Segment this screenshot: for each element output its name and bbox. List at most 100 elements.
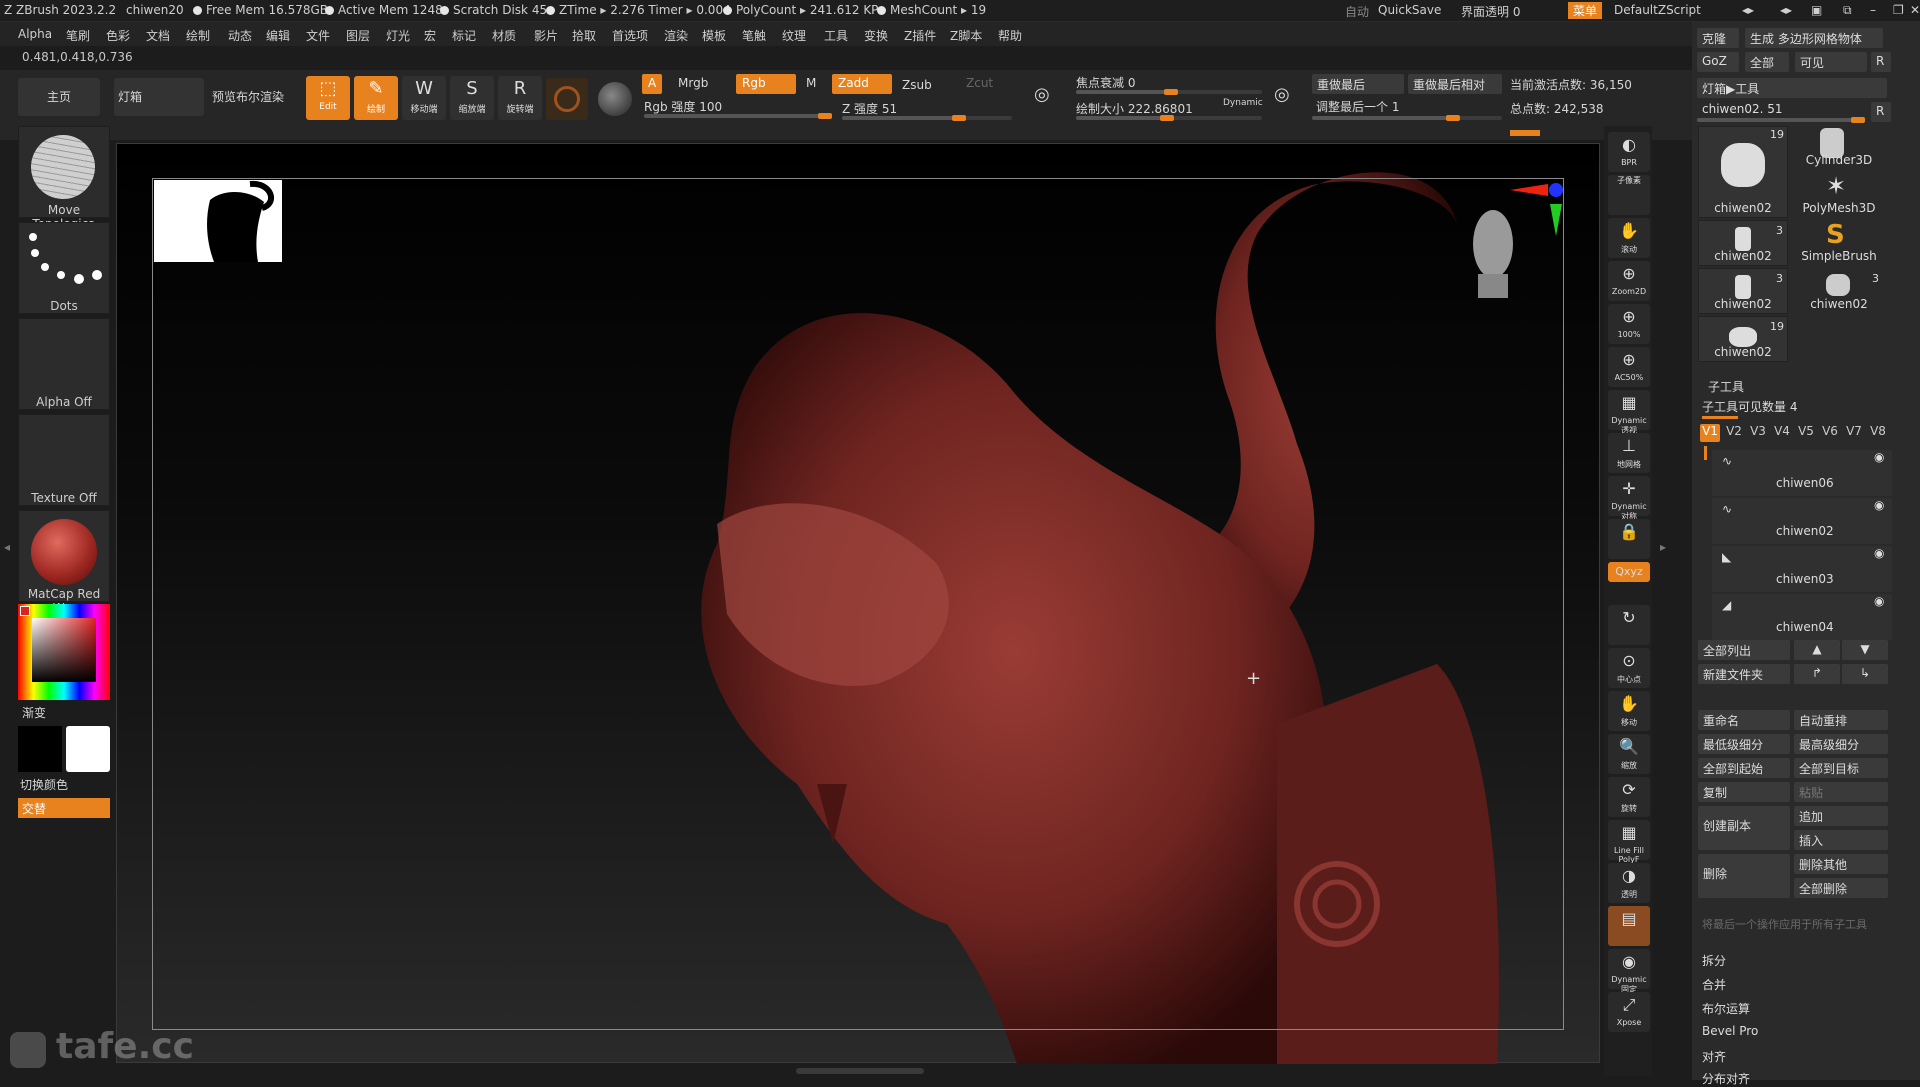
dynamic-toggle[interactable]: Dynamic bbox=[1223, 98, 1263, 108]
new-folder-button[interactable]: 新建文件夹 bbox=[1698, 664, 1790, 684]
ui-opacity-slider[interactable]: 界面透明 0 bbox=[1461, 3, 1520, 20]
menu-item[interactable]: 笔触 bbox=[742, 27, 766, 44]
gyro-sphere-icon[interactable] bbox=[598, 82, 632, 116]
merge-section[interactable]: 合并 bbox=[1702, 976, 1726, 993]
menu-item[interactable]: 工具 bbox=[824, 27, 848, 44]
auto-reorder-button[interactable]: 自动重排 bbox=[1794, 710, 1888, 730]
a-toggle[interactable]: A bbox=[642, 74, 663, 94]
eye-icon[interactable]: ◉ bbox=[1874, 594, 1884, 608]
shelf-button[interactable]: 子像素 bbox=[1608, 175, 1650, 215]
append-button[interactable]: 追加 bbox=[1794, 806, 1888, 826]
chiwen-icon[interactable] bbox=[1826, 274, 1850, 296]
axis-gizmo-icon[interactable] bbox=[1510, 180, 1566, 240]
spotlight-s-icon[interactable]: ◎ bbox=[1034, 84, 1050, 105]
subtool-visible-slider[interactable] bbox=[1702, 416, 1738, 419]
shelf-button[interactable]: ⤢ Xpose bbox=[1608, 992, 1650, 1032]
goz-visible-button[interactable]: 可见 bbox=[1795, 52, 1867, 72]
draw-size-slider[interactable] bbox=[1076, 115, 1262, 121]
zcut-toggle[interactable]: Zcut bbox=[960, 74, 999, 94]
menu-item[interactable]: Z脚本 bbox=[950, 27, 982, 44]
eye-icon[interactable]: ◉ bbox=[1874, 450, 1884, 464]
menu-item[interactable]: 模板 bbox=[702, 27, 726, 44]
shelf-button[interactable]: ◑ 透明 bbox=[1608, 863, 1650, 903]
goz-r-button[interactable]: R bbox=[1871, 52, 1891, 72]
copy-button[interactable]: 复制 bbox=[1698, 782, 1790, 802]
right-collapse-icon[interactable]: ▸ bbox=[1660, 540, 1666, 554]
move-button[interactable]: W 移动端 bbox=[402, 76, 446, 120]
menu-item[interactable]: Alpha bbox=[18, 27, 52, 41]
menu-item[interactable]: Z插件 bbox=[904, 27, 936, 44]
menu-item[interactable]: 文件 bbox=[306, 27, 330, 44]
version-tab[interactable]: V8 bbox=[1868, 424, 1888, 442]
eye-icon[interactable]: ◉ bbox=[1874, 546, 1884, 560]
secondary-color-swatch[interactable] bbox=[66, 726, 110, 772]
lowest-subdiv-button[interactable]: 最低级细分 bbox=[1698, 734, 1790, 754]
restore-icon[interactable]: ❐ bbox=[1893, 3, 1904, 17]
menu-item[interactable]: 色彩 bbox=[106, 27, 130, 44]
menu-item[interactable]: 文档 bbox=[146, 27, 170, 44]
subtool-row[interactable]: chiwen03 ◣ ◉ bbox=[1712, 546, 1892, 592]
minimize-icon[interactable]: – bbox=[1870, 3, 1876, 17]
shelf-button[interactable]: ◐ BPR bbox=[1608, 132, 1650, 172]
all-to-target-button[interactable]: 全部到目标 bbox=[1794, 758, 1888, 778]
menu-item[interactable]: 影片 bbox=[534, 27, 558, 44]
left-collapse-icon[interactable]: ◂ bbox=[4, 540, 10, 554]
edit-button[interactable]: ⬚ Edit bbox=[306, 76, 350, 120]
material-sphere-button[interactable] bbox=[546, 78, 588, 120]
menu-item[interactable]: 渲染 bbox=[664, 27, 688, 44]
arrow-down-icon[interactable]: ▼ bbox=[1842, 640, 1888, 660]
subtool-row-selected[interactable]: chiwen02 ∿ ◉ bbox=[1712, 498, 1892, 544]
insert-button[interactable]: 插入 bbox=[1794, 830, 1888, 850]
preview-bool-button[interactable]: 预览布尔渲染 bbox=[212, 88, 284, 105]
scale-button[interactable]: S 缩放端 bbox=[450, 76, 494, 120]
menu-item[interactable]: 宏 bbox=[424, 27, 436, 44]
rename-button[interactable]: 重命名 bbox=[1698, 710, 1790, 730]
menu-item[interactable]: 编辑 bbox=[266, 27, 290, 44]
boolean-section[interactable]: 布尔运算 bbox=[1702, 1000, 1750, 1017]
shelf-button[interactable]: ◉ Dynamic 固定 bbox=[1608, 949, 1650, 994]
version-tab[interactable]: V7 bbox=[1844, 424, 1864, 442]
align-section[interactable]: 对齐 bbox=[1702, 1048, 1726, 1065]
tool-r-button[interactable]: R bbox=[1871, 102, 1891, 122]
highest-subdiv-button[interactable]: 最高级细分 bbox=[1794, 734, 1888, 754]
list-all-button[interactable]: 全部列出 bbox=[1698, 640, 1790, 660]
mrgb-toggle[interactable]: Mrgb bbox=[672, 74, 714, 94]
subtool-row[interactable]: chiwen06 ∿ ◉ bbox=[1712, 450, 1892, 496]
shelf-button[interactable]: ✛ Dynamic 对称 bbox=[1608, 476, 1650, 521]
menu-item[interactable]: 标记 bbox=[452, 27, 476, 44]
delete-all-button[interactable]: 全部删除 bbox=[1794, 878, 1888, 898]
menu-item[interactable]: 图层 bbox=[346, 27, 370, 44]
shelf-button[interactable]: ✋ 移动 bbox=[1608, 691, 1650, 731]
spotlight-d-icon[interactable]: ◎ bbox=[1274, 84, 1290, 105]
version-tab[interactable]: V6 bbox=[1820, 424, 1840, 442]
menu-item[interactable]: 首选项 bbox=[612, 27, 648, 44]
version-tab[interactable]: V1 bbox=[1700, 424, 1720, 442]
main-color-swatch[interactable] bbox=[18, 726, 62, 772]
menu-button[interactable]: 菜单 bbox=[1568, 2, 1603, 19]
quicksave-button[interactable]: QuickSave bbox=[1378, 3, 1441, 17]
menu-item[interactable]: 材质 bbox=[492, 27, 516, 44]
draw-button[interactable]: ✎ 绘制 bbox=[354, 76, 398, 120]
layout-icon[interactable]: ◂▸ bbox=[1742, 3, 1754, 17]
version-tab[interactable]: V3 bbox=[1748, 424, 1768, 442]
lightbox-button[interactable]: 灯箱 bbox=[114, 78, 204, 116]
menu-item[interactable]: 纹理 bbox=[782, 27, 806, 44]
menu-item[interactable]: 灯光 bbox=[386, 27, 410, 44]
delete-button[interactable]: 删除 bbox=[1698, 854, 1790, 898]
goz-all-button[interactable]: 全部 bbox=[1745, 52, 1789, 72]
split-section[interactable]: 拆分 bbox=[1702, 952, 1726, 969]
subtool-row[interactable]: chiwen04 ◢ ◉ bbox=[1712, 594, 1892, 640]
m-toggle[interactable]: M bbox=[800, 74, 822, 94]
arrow-up-icon[interactable]: ▲ bbox=[1794, 640, 1840, 660]
shelf-button[interactable]: 🔒 bbox=[1608, 519, 1650, 559]
color-picker[interactable] bbox=[18, 604, 110, 700]
menu-item[interactable]: 绘制 bbox=[186, 27, 210, 44]
rotate-button[interactable]: R 旋转端 bbox=[498, 76, 542, 120]
shelf-button[interactable]: Qxyz bbox=[1608, 562, 1650, 582]
layout2-icon[interactable]: ◂▸ bbox=[1780, 3, 1792, 17]
focal-shift-slider[interactable] bbox=[1076, 89, 1262, 95]
bevel-pro-section[interactable]: Bevel Pro bbox=[1702, 1024, 1758, 1038]
rgb-toggle[interactable]: Rgb bbox=[736, 74, 796, 94]
menu-item[interactable]: 帮助 bbox=[998, 27, 1022, 44]
shelf-button[interactable]: ⊕ AC50% bbox=[1608, 347, 1650, 387]
